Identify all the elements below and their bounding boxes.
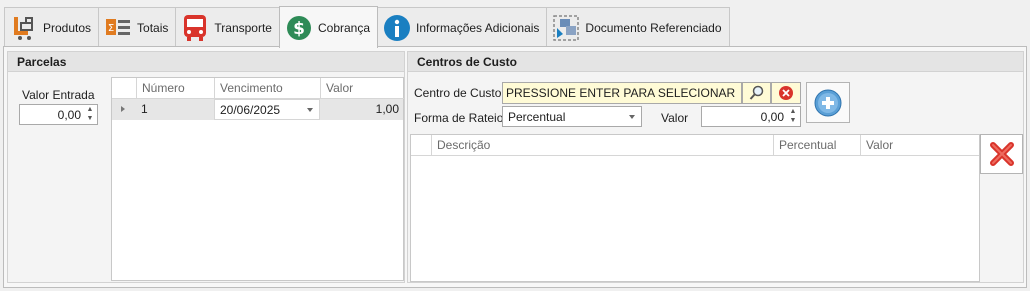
tab-produtos[interactable]: Produtos — [4, 7, 100, 47]
chevron-down-icon — [629, 115, 635, 119]
cell-vencimento: 20/06/2025 — [220, 103, 281, 117]
plus-circle-icon — [814, 89, 842, 116]
row-indicator-header — [112, 78, 136, 99]
parcelas-group: Parcelas Valor Entrada 0,00 ▲ ▼ Número Ve… — [7, 51, 405, 283]
spin-arrows-icon[interactable]: ▲ ▼ — [786, 107, 800, 126]
col-valor[interactable]: Valor — [320, 78, 404, 99]
info-icon — [383, 14, 411, 42]
svg-text:$: $ — [293, 19, 305, 39]
chevron-down-icon[interactable] — [307, 108, 313, 112]
valor-entrada-value: 0,00 — [57, 108, 81, 122]
cell-numero: 1 — [141, 102, 148, 116]
tab-transporte[interactable]: Transporte — [175, 7, 280, 47]
forma-rateio-select[interactable]: Percentual — [502, 106, 642, 127]
vencimento-date-editor[interactable]: 20/06/2025 — [214, 99, 320, 120]
clear-icon — [779, 86, 793, 100]
tab-label: Informações Adicionais — [416, 20, 540, 35]
row-indicator-header — [411, 135, 431, 156]
valor-field[interactable]: 0,00 ▲ ▼ — [701, 106, 801, 127]
tab-strip: Produtos Σ Totais Transporte $ Cobrança … — [4, 6, 730, 48]
valor-entrada-field[interactable]: 0,00 ▲ ▼ — [19, 104, 98, 125]
tab-label: Produtos — [43, 20, 92, 35]
col-valor[interactable]: Valor — [860, 135, 979, 156]
tab-label: Transporte — [214, 20, 272, 35]
document-reference-icon — [552, 14, 580, 42]
col-descricao[interactable]: Descrição — [431, 135, 773, 156]
tab-totais[interactable]: Σ Totais — [98, 7, 177, 47]
centro-custo-field[interactable]: PRESSIONE ENTER PARA SELECIONAR — [502, 82, 742, 104]
bus-icon — [181, 14, 209, 42]
valor-entrada-label: Valor Entrada — [22, 88, 95, 102]
centros-grid[interactable]: Descrição Percentual Valor — [410, 134, 980, 282]
sum-icon: Σ — [104, 14, 132, 42]
centros-custo-title: Centros de Custo — [408, 52, 1023, 72]
dollar-icon: $ — [285, 14, 313, 42]
parcelas-title: Parcelas — [8, 52, 404, 72]
tab-cobranca[interactable]: $ Cobrança — [278, 6, 379, 48]
col-vencimento[interactable]: Vencimento — [214, 78, 320, 99]
centro-custo-value: PRESSIONE ENTER PARA SELECIONAR — [506, 86, 736, 100]
tab-informacoes-adicionais[interactable]: Informações Adicionais — [377, 7, 548, 47]
clear-button[interactable] — [771, 82, 801, 104]
tab-content-cobranca: Parcelas Valor Entrada 0,00 ▲ ▼ Número Ve… — [3, 46, 1027, 288]
table-row[interactable]: 1 20/06/2025 1,00 — [112, 99, 403, 120]
forma-rateio-label: Forma de Rateio — [414, 111, 504, 125]
delete-x-icon — [989, 142, 1014, 166]
products-icon — [10, 14, 38, 42]
row-selector-icon — [121, 106, 125, 112]
tab-documento-referenciado[interactable]: Documento Referenciado — [546, 7, 730, 47]
spin-arrows-icon[interactable]: ▲ ▼ — [83, 105, 97, 124]
tab-label: Cobrança — [317, 20, 371, 35]
centro-custo-label: Centro de Custo — [414, 86, 502, 100]
tab-label: Documento Referenciado — [585, 20, 722, 35]
search-button[interactable] — [742, 82, 771, 104]
add-centro-button[interactable] — [806, 82, 850, 123]
col-numero[interactable]: Número — [136, 78, 214, 99]
parcelas-grid[interactable]: Número Vencimento Valor 1 20/06/2025 1,0… — [111, 77, 404, 281]
search-icon — [749, 85, 763, 100]
valor-label: Valor — [661, 111, 689, 125]
tab-label: Totais — [137, 20, 169, 35]
remove-centro-button[interactable] — [980, 134, 1023, 174]
forma-rateio-value: Percentual — [508, 110, 566, 124]
centros-custo-group: Centros de Custo Centro de Custo PRESSIO… — [407, 51, 1024, 283]
cell-valor: 1,00 — [375, 102, 399, 116]
col-percentual[interactable]: Percentual — [773, 135, 860, 156]
svg-text:Σ: Σ — [108, 23, 114, 34]
valor-value: 0,00 — [760, 110, 784, 124]
